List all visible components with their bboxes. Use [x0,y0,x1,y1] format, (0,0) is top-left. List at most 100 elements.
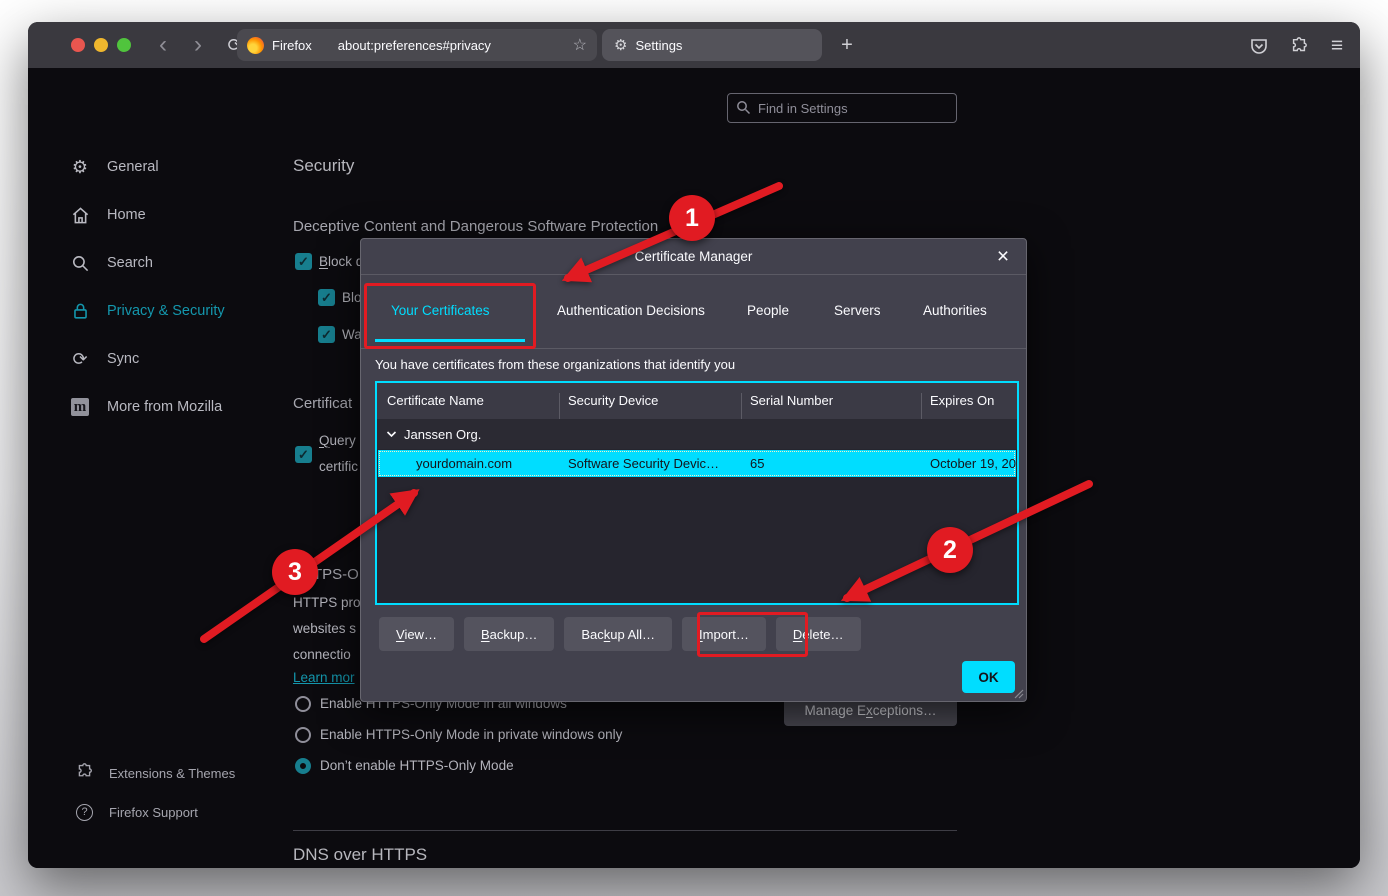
group-row-janssen-org[interactable]: Janssen Org. [377,419,1017,449]
security-heading: Security [293,156,354,176]
certificate-manager-dialog: Certificate Manager × Your Certificates … [360,238,1027,702]
footer-link-label: Extensions & Themes [109,766,235,781]
tab-people[interactable]: People [747,303,789,323]
warn-software-checkbox[interactable]: ✓ [318,326,335,343]
bookmark-star-icon[interactable]: ☆ [573,35,587,55]
sidebar-item-label: Privacy & Security [107,303,225,319]
col-certificate-name[interactable]: Certificate Name [387,393,484,408]
gear-icon: ⚙ [614,36,627,54]
block-content-label: Block d [319,254,363,269]
column-separator [921,393,922,421]
extensions-themes-link[interactable]: Extensions & Themes [76,763,235,783]
close-window-button[interactable] [71,38,85,52]
menu-icon[interactable]: ≡ [1325,34,1349,58]
https-dont-enable-radio[interactable] [295,758,311,774]
puzzle-icon [76,763,93,783]
learn-more-link[interactable]: Learn mor [293,670,355,685]
warn-software-label: Wa [342,327,362,342]
tab-settings[interactable]: ⚙ Settings [602,29,822,61]
section-divider [293,830,957,831]
sidebar-item-general[interactable]: ⚙ General [70,156,159,178]
extensions-icon[interactable] [1287,34,1311,58]
pocket-icon[interactable] [1247,34,1271,58]
dialog-description: You have certificates from these organiz… [375,357,735,372]
firefox-icon [247,37,264,54]
backup-all-button[interactable]: Backup All… [564,617,672,651]
url-bar[interactable]: Firefox about:preferences#privacy ☆ [237,29,597,61]
sidebar-item-label: General [107,159,159,175]
view-button[interactable]: View… [379,617,454,651]
backup-button[interactable]: Backup… [464,617,554,651]
tab-your-certificates[interactable]: Your Certificates [391,303,490,323]
https-private-windows-label: Enable HTTPS-Only Mode in private window… [320,727,622,742]
minimize-window-button[interactable] [94,38,108,52]
column-separator [559,393,560,421]
cell-security-device: Software Security Devic… [568,456,719,471]
tab-authorities[interactable]: Authorities [923,303,987,323]
dialog-button-row: View… Backup… Backup All… Import… Delete… [379,617,861,651]
firefox-support-link[interactable]: ? Firefox Support [76,802,198,822]
delete-button[interactable]: Delete… [776,617,861,651]
sidebar-item-label: More from Mozilla [107,399,222,415]
group-label: Janssen Org. [404,427,481,442]
certificates-table[interactable]: Certificate Name Security Device Serial … [375,381,1019,605]
cell-expires-on: October 19, 20 [930,456,1016,471]
active-tab-underline [375,339,525,342]
deceptive-section-heading: Deceptive Content and Dangerous Software… [293,218,658,235]
block-content-checkbox[interactable]: ✓ [295,253,312,270]
https-private-windows-radio[interactable] [295,727,311,743]
col-serial-number[interactable]: Serial Number [750,393,833,408]
maximize-window-button[interactable] [117,38,131,52]
url-text[interactable]: about:preferences#privacy [338,38,491,53]
help-icon: ? [76,804,93,821]
ok-button[interactable]: OK [962,661,1015,693]
resize-grip[interactable] [1012,687,1024,699]
gear-icon: ⚙ [70,157,90,177]
https-only-section-heading: HTTPS-O [293,566,359,583]
certificates-section-heading: Certificat [293,395,352,412]
home-icon [70,205,90,225]
search-input[interactable] [727,93,957,123]
chevron-down-icon[interactable] [386,430,397,438]
block-downloads-label: Blo [342,290,362,305]
sidebar-item-sync[interactable]: ⟳ Sync [70,348,139,370]
tab-authentication-decisions[interactable]: Authentication Decisions [557,303,705,323]
cell-certificate-name: yourdomain.com [416,456,512,471]
footer-link-label: Firefox Support [109,805,198,820]
https-all-windows-radio[interactable] [295,696,311,712]
back-button[interactable]: ‹ [148,22,178,68]
query-ocsp-label-line2: certific [319,459,358,474]
table-header[interactable]: Certificate Name Security Device Serial … [377,383,1017,419]
query-ocsp-checkbox[interactable]: ✓ [295,446,312,463]
dialog-tab-strip: Your Certificates Authentication Decisio… [361,275,1026,349]
browser-toolbar: ‹ › ⟳ Firefox about:preferences#privacy … [28,22,1360,68]
https-paragraph-line1: HTTPS pro [293,595,361,610]
sidebar-item-search[interactable]: Search [70,252,153,274]
column-separator [741,393,742,421]
sidebar-item-label: Search [107,255,153,271]
close-icon[interactable]: × [990,244,1016,270]
sync-icon: ⟳ [70,349,90,369]
https-paragraph-line3: connectio [293,647,351,662]
search-icon [70,253,90,273]
browser-window: ‹ › ⟳ Firefox about:preferences#privacy … [28,22,1360,868]
col-security-device[interactable]: Security Device [568,393,658,408]
tab-servers[interactable]: Servers [834,303,881,323]
new-tab-button[interactable]: + [833,31,861,59]
sidebar-item-privacy-security[interactable]: Privacy & Security [70,300,225,322]
table-row-yourdomain[interactable]: yourdomain.com Software Security Devic… … [378,450,1016,477]
dns-over-https-heading: DNS over HTTPS [293,845,427,865]
https-dont-enable-label: Don’t enable HTTPS-Only Mode [320,758,514,773]
url-brand-label: Firefox [272,38,312,53]
import-button[interactable]: Import… [682,617,766,651]
settings-page: ⚙ General Home Search [28,68,1360,868]
block-downloads-checkbox[interactable]: ✓ [318,289,335,306]
sidebar-item-home[interactable]: Home [70,204,146,226]
col-expires-on[interactable]: Expires On [930,393,994,408]
sidebar-item-label: Sync [107,351,139,367]
lock-icon [70,301,90,321]
https-paragraph-line2: websites s [293,621,356,636]
mozilla-icon: m [70,397,90,417]
forward-button[interactable]: › [183,22,213,68]
sidebar-item-more-from-mozilla[interactable]: m More from Mozilla [70,396,222,418]
